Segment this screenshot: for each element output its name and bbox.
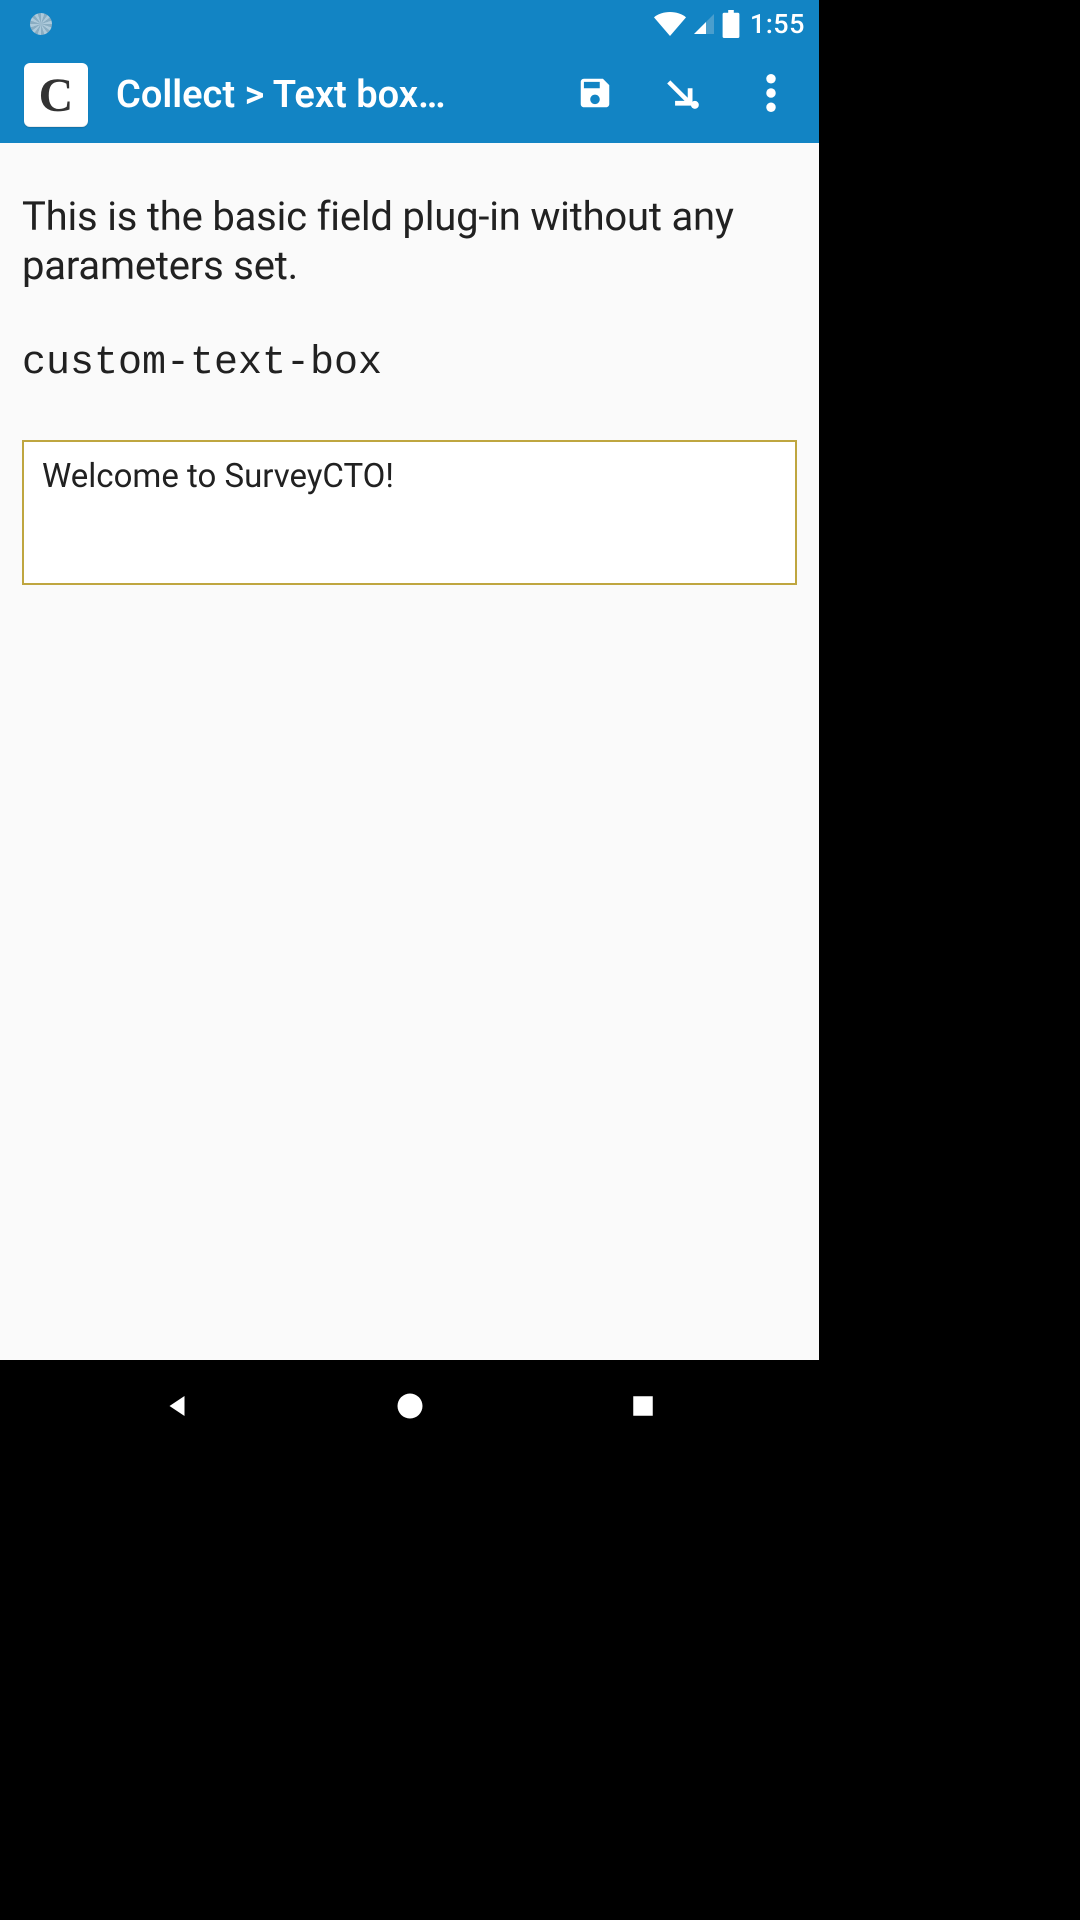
status-left xyxy=(30,13,52,35)
home-button[interactable] xyxy=(386,1384,434,1432)
navigation-bar xyxy=(0,1360,819,1456)
battery-icon xyxy=(722,10,740,38)
field-plugin-name: custom-text-box xyxy=(22,341,797,386)
more-vert-icon xyxy=(766,74,776,116)
nav-home-icon xyxy=(395,1391,425,1425)
goto-button[interactable] xyxy=(659,71,707,119)
app-bar: C Collect > Text box… xyxy=(0,47,819,143)
wifi-icon xyxy=(654,12,686,36)
app-icon[interactable]: C xyxy=(24,63,88,127)
app-icon-letter: C xyxy=(39,68,74,123)
arrow-down-right-icon xyxy=(664,74,702,116)
app-actions xyxy=(571,71,795,119)
text-input[interactable]: Welcome to SurveyCTO! xyxy=(22,440,797,585)
status-right: 1:55 xyxy=(654,8,805,40)
status-bar: 1:55 xyxy=(0,0,819,47)
nav-recents-icon xyxy=(630,1393,656,1423)
content: This is the basic field plug-in without … xyxy=(0,143,819,1360)
save-button[interactable] xyxy=(571,71,619,119)
field-description: This is the basic field plug-in without … xyxy=(22,193,797,291)
breadcrumb-title: Collect > Text box… xyxy=(116,73,533,117)
overflow-menu-button[interactable] xyxy=(747,71,795,119)
save-icon xyxy=(576,74,614,116)
status-time: 1:55 xyxy=(750,8,805,40)
cellular-icon xyxy=(690,12,718,36)
back-button[interactable] xyxy=(153,1384,201,1432)
recents-button[interactable] xyxy=(619,1384,667,1432)
nav-back-icon xyxy=(162,1391,192,1425)
sync-spinner-icon xyxy=(30,13,52,35)
